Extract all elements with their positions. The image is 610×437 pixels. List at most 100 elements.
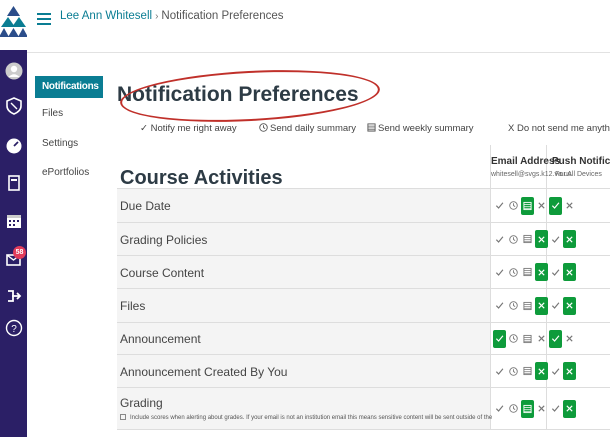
top-bar: Lee Ann Whitesell › Notification Preferenc… (27, 0, 610, 53)
option-weekly[interactable] (521, 362, 534, 380)
nav-admin[interactable] (0, 93, 27, 119)
clock-icon (509, 366, 518, 376)
svg-text:?: ? (11, 324, 17, 335)
push-preference-cell (547, 388, 610, 429)
row-label-cell: Due Date (117, 189, 491, 222)
nav-link-notifications[interactable]: Notifications (35, 76, 103, 98)
clock-icon (509, 234, 518, 244)
clock-icon (509, 404, 518, 413)
push-preference-cell (547, 289, 610, 322)
option-never[interactable] (563, 263, 576, 281)
breadcrumb-separator: › (155, 11, 159, 22)
option-immediately[interactable] (493, 197, 506, 215)
email-preference-cell (491, 289, 548, 322)
table-row: Due Date (117, 189, 610, 223)
row-label: Grading Policies (120, 233, 208, 247)
clock-icon (509, 334, 518, 343)
option-never[interactable] (563, 362, 576, 380)
option-weekly[interactable] (521, 230, 534, 248)
grading-note-text: Include scores when alerting about grade… (130, 415, 493, 421)
nav-link-eportfolios[interactable]: ePortfolios (35, 165, 103, 181)
push-preference-cell (547, 256, 610, 288)
nav-help[interactable]: ? (0, 315, 27, 341)
push-preference-cell (547, 323, 610, 354)
option-weekly[interactable] (521, 263, 534, 281)
clock-icon (509, 201, 518, 210)
option-never[interactable] (563, 399, 576, 418)
option-daily[interactable] (507, 197, 520, 215)
option-immediately[interactable] (549, 230, 562, 248)
nav-courses[interactable] (0, 170, 27, 196)
option-immediately[interactable] (549, 196, 562, 215)
table-row: Grading Include scores when alerting abou… (117, 388, 610, 430)
option-never[interactable] (563, 296, 576, 315)
option-immediately[interactable] (493, 329, 506, 348)
option-daily[interactable] (507, 297, 520, 315)
check-icon (551, 367, 560, 375)
section-title: Course Activities (120, 167, 283, 189)
legend: ✓ Notify me right away Send daily summar… (117, 119, 610, 137)
row-label-cell: Grading Policies (117, 223, 491, 255)
calendar-week-icon (523, 366, 532, 376)
section-header: Course Activities (117, 145, 491, 189)
table-row: Course Content (117, 256, 610, 289)
check-icon (495, 302, 504, 309)
include-scores-checkbox[interactable] (120, 414, 126, 420)
option-immediately[interactable] (549, 263, 562, 281)
option-immediately[interactable] (493, 263, 506, 281)
calendar-icon (6, 215, 21, 228)
option-immediately[interactable] (549, 329, 562, 348)
x-icon (566, 235, 573, 243)
option-never[interactable] (563, 230, 576, 248)
x-icon (538, 335, 545, 342)
option-weekly[interactable] (521, 196, 534, 215)
option-daily[interactable] (507, 400, 520, 418)
row-label: Announcement (120, 332, 201, 346)
arrow-right-icon (7, 290, 21, 302)
option-daily[interactable] (507, 263, 520, 281)
row-label: Files (120, 299, 146, 313)
nav-link-settings[interactable]: Settings (35, 136, 103, 152)
option-immediately[interactable] (493, 362, 506, 380)
option-daily[interactable] (507, 330, 520, 348)
check-icon (495, 235, 504, 243)
option-never[interactable] (563, 197, 576, 215)
nav-account[interactable] (0, 58, 27, 84)
page-title: Notification Preferences (117, 83, 359, 106)
hamburger-menu-icon[interactable] (37, 13, 51, 25)
option-immediately[interactable] (493, 297, 506, 315)
nav-inbox[interactable]: 58 (0, 246, 27, 272)
option-immediately[interactable] (493, 230, 506, 248)
row-label: Announcement Created By You (120, 365, 288, 379)
option-daily[interactable] (507, 362, 520, 380)
table-row: Grading Policies (117, 223, 610, 256)
option-immediately[interactable] (493, 400, 506, 418)
logo-icon (0, 6, 27, 37)
check-icon (495, 268, 504, 276)
nav-calendar[interactable] (0, 208, 27, 234)
option-weekly[interactable] (521, 399, 534, 418)
x-icon (538, 235, 545, 243)
dashboard-icon (6, 138, 21, 154)
email-preference-cell (491, 256, 548, 288)
institution-logo[interactable] (0, 0, 27, 50)
option-weekly[interactable] (521, 330, 534, 348)
nav-link-files[interactable]: Files (35, 106, 103, 122)
option-never[interactable] (563, 330, 576, 348)
nav-dashboard[interactable] (0, 133, 27, 159)
calendar-week-icon (367, 123, 376, 132)
row-label-cell: Announcement Created By You (117, 355, 491, 387)
option-immediately[interactable] (549, 400, 562, 418)
push-column-title: Push Notifications (552, 156, 610, 167)
check-icon (551, 202, 560, 209)
option-daily[interactable] (507, 230, 520, 248)
option-immediately[interactable] (549, 297, 562, 315)
breadcrumb: Lee Ann Whitesell › Notification Preferenc… (60, 10, 284, 22)
table-row: Announcement Created By You (117, 355, 610, 388)
x-icon (566, 405, 573, 412)
option-immediately[interactable] (549, 362, 562, 380)
calendar-week-icon (523, 334, 532, 343)
breadcrumb-user-link[interactable]: Lee Ann Whitesell (60, 10, 152, 22)
option-weekly[interactable] (521, 297, 534, 315)
nav-commons[interactable] (0, 283, 27, 309)
